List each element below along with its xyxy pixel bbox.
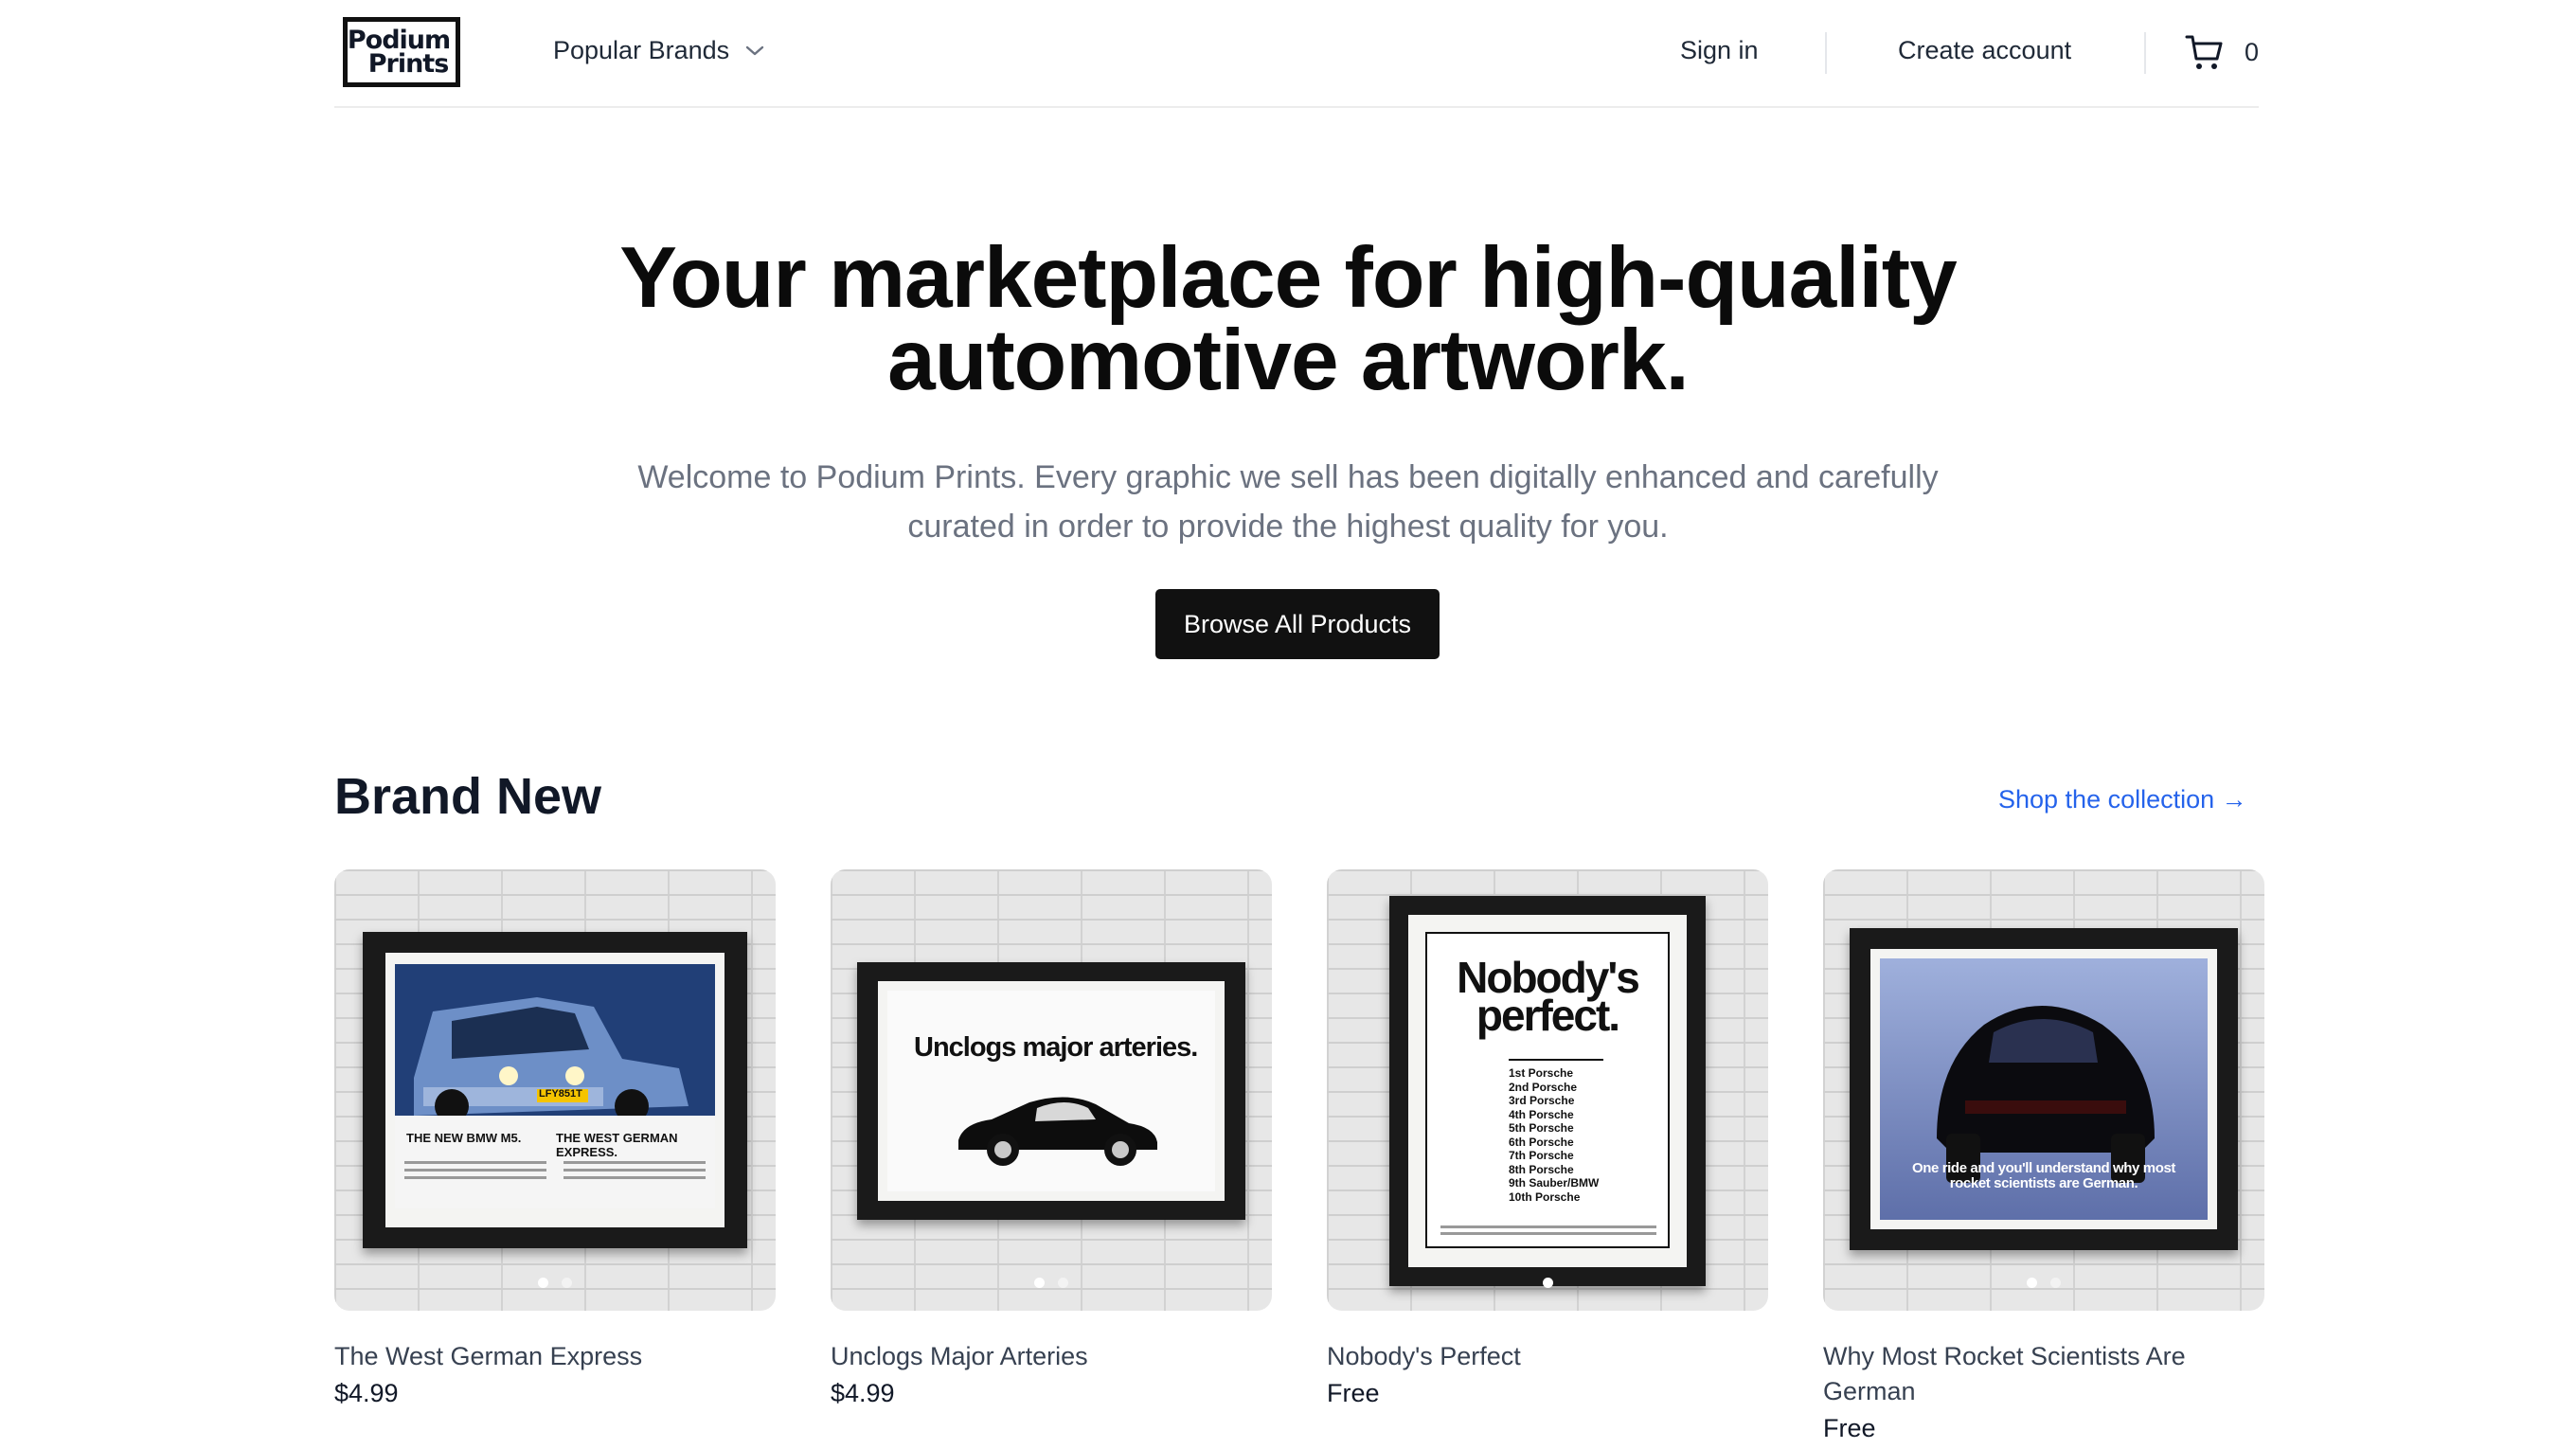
image-carousel-dots [1823,1278,2264,1288]
product-name[interactable]: The West German Express [334,1339,776,1374]
header-divider [2144,32,2146,74]
product-price: $4.99 [831,1379,895,1407]
ad-headline-left: THE NEW BMW M5. [406,1131,522,1145]
carousel-dot[interactable] [1034,1278,1045,1288]
section-title: Brand New [334,768,602,825]
ad-caption: One ride and you'll understand why most … [1880,1161,2208,1191]
create-account-link[interactable]: Create account [1898,36,2071,65]
ad-caption-line2: rocket scientists are German. [1949,1175,2138,1191]
product-card[interactable]: Nobody's perfect. 1st Porsche 2nd Porsche… [1327,869,1768,1408]
sign-in-link[interactable]: Sign in [1680,36,1759,65]
ad-headline-line2: perfect. [1476,991,1620,1040]
porsche-car-illustration [958,1097,1157,1166]
ad-fine-print [1440,1225,1656,1228]
product-name[interactable]: Why Most Rocket Scientists Are German [1823,1339,2264,1409]
license-plate: LFY851T [539,1088,582,1100]
ad-rule [1509,1059,1603,1061]
bmw-car-illustration [395,964,715,1208]
ranking-item: 6th Porsche [1509,1135,1574,1149]
hero-title: Your marketplace for high-quality automo… [619,230,1957,408]
shopping-cart-icon [2185,35,2223,69]
ad-headline: Nobody's perfect. [1427,956,1668,1040]
product-price: $4.99 [334,1379,399,1407]
product-price: Free [1823,1414,1876,1442]
shop-collection-link[interactable]: Shop the collection → [1998,785,2247,814]
ranking-item: 1st Porsche [1509,1066,1574,1080]
ranking-item: 3rd Porsche [1509,1094,1575,1107]
ranking-item: 5th Porsche [1509,1121,1574,1135]
ranking-item: 8th Porsche [1509,1162,1574,1176]
browse-all-products-button[interactable]: Browse All Products [1155,589,1440,659]
podium-prints-logo[interactable]: Podium Prints [343,17,460,87]
product-card[interactable]: Unclogs major arteries. Unclogs Major Ar… [831,869,1272,1408]
product-name[interactable]: Nobody's Perfect [1327,1339,1768,1374]
product-price: Free [1327,1379,1380,1407]
ad-headline: Unclogs major arteries. [914,1032,1198,1063]
product-card[interactable]: THE NEW BMW M5. THE WEST GERMAN EXPRESS.… [334,869,776,1408]
bmw-ad-art: THE NEW BMW M5. THE WEST GERMAN EXPRESS.… [395,964,715,1208]
carousel-dot[interactable] [1542,1278,1553,1288]
image-carousel-dots [1327,1278,1768,1288]
carousel-dot[interactable] [1058,1278,1068,1288]
cart-count: 0 [2245,37,2260,66]
product-image[interactable]: Nobody's perfect. 1st Porsche 2nd Porsche… [1327,869,1768,1311]
carousel-dot[interactable] [2027,1278,2037,1288]
chevron-down-icon [745,45,764,55]
rocket-scientists-ad-art: One ride and you'll understand why most … [1880,958,2208,1220]
ranking-item: 2nd Porsche [1509,1080,1578,1094]
ranking-list: 1st Porsche 2nd Porsche 3rd Porsche 4th Por… [1509,1066,1599,1204]
popular-brands-dropdown[interactable]: Popular Brands [553,36,765,65]
ranking-item: 7th Porsche [1509,1149,1574,1162]
ad-caption-line1: One ride and you'll understand why most [1911,1160,2175,1176]
ranking-item: 10th Porsche [1509,1190,1581,1204]
hero-subtitle: Welcome to Podium Prints. Every graphic … [637,459,1939,545]
porsche-ad-art: Unclogs major arteries. [887,991,1215,1191]
ad-fine-print [1440,1232,1656,1235]
product-image[interactable]: THE NEW BMW M5. THE WEST GERMAN EXPRESS.… [334,869,776,1311]
ranking-item: 4th Porsche [1509,1107,1574,1121]
product-card[interactable]: One ride and you'll understand why most … [1823,869,2264,1443]
image-carousel-dots [334,1278,776,1288]
image-carousel-dots [831,1278,1272,1288]
logo-text-line2: Prints [367,49,450,79]
ranking-item: 9th Sauber/BMW [1509,1176,1600,1190]
header-divider [1825,32,1827,74]
product-image[interactable]: Unclogs major arteries. [831,869,1272,1311]
carousel-dot[interactable] [2050,1278,2061,1288]
ad-headline-right: THE WEST GERMAN EXPRESS. [556,1131,678,1159]
carousel-dot[interactable] [562,1278,572,1288]
popular-brands-label: Popular Brands [553,36,730,64]
site-header: Podium Prints Popular Brands Sign in Cre… [334,0,2259,108]
nobodys-perfect-ad-art: Nobody's perfect. 1st Porsche 2nd Porsche… [1425,932,1670,1248]
carousel-dot[interactable] [538,1278,548,1288]
product-image[interactable]: One ride and you'll understand why most … [1823,869,2264,1311]
product-name[interactable]: Unclogs Major Arteries [831,1339,1272,1374]
cart-button[interactable]: 0 [2184,31,2259,73]
